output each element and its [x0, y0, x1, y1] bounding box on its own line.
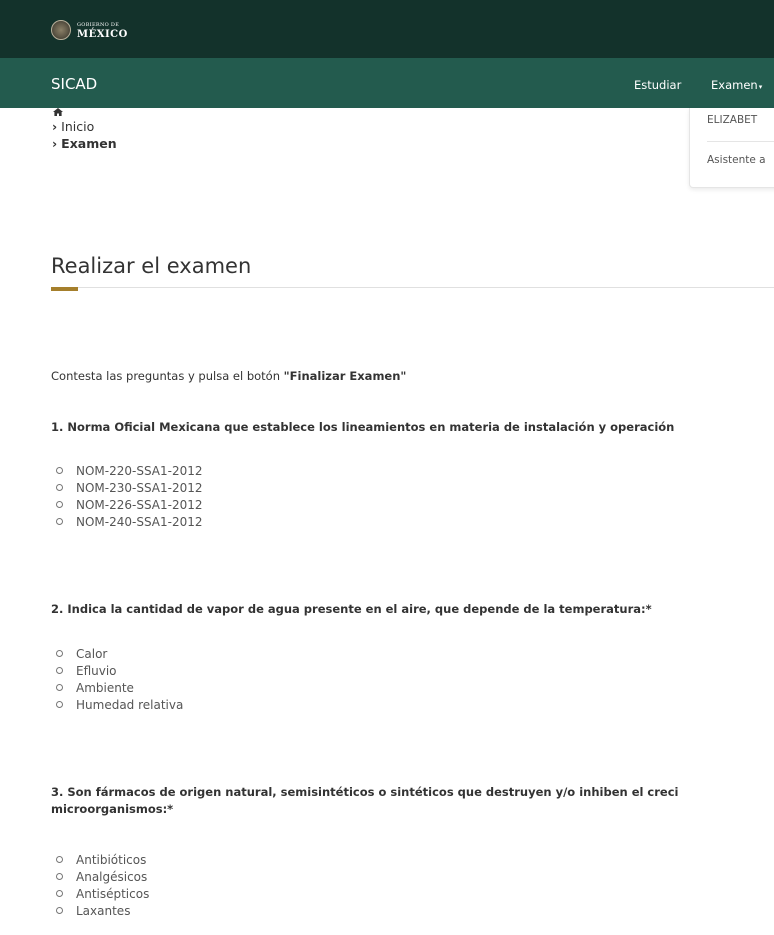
option-radio[interactable]: Calor	[56, 645, 183, 662]
question-2-options: Calor Efluvio Ambiente Humedad relativa	[56, 645, 183, 713]
question-1-text: 1. Norma Oficial Mexicana que establece …	[51, 420, 675, 434]
option-label: Ambiente	[76, 680, 134, 695]
dropdown-divider	[707, 141, 774, 142]
user-name: ELIZABET	[707, 114, 758, 126]
option-radio[interactable]: Laxantes	[56, 902, 149, 919]
option-label: NOM-226-SSA1-2012	[76, 497, 203, 512]
option-radio[interactable]: NOM-240-SSA1-2012	[56, 513, 203, 530]
caret-down-icon: ▾	[758, 83, 763, 91]
question-1-options: NOM-220-SSA1-2012 NOM-230-SSA1-2012 NOM-…	[56, 462, 203, 530]
radio-button[interactable]	[56, 650, 63, 657]
chevron-right-icon: ›	[52, 136, 58, 151]
option-label: NOM-230-SSA1-2012	[76, 480, 203, 495]
option-label: Laxantes	[76, 903, 131, 918]
breadcrumb-label: Inicio	[61, 119, 95, 134]
logo-text-big: MÉXICO	[77, 29, 128, 40]
radio-button[interactable]	[56, 907, 63, 914]
radio-button[interactable]	[56, 856, 63, 863]
breadcrumb-label: Examen	[61, 136, 117, 151]
title-accent-bar	[51, 287, 78, 291]
option-radio[interactable]: NOM-226-SSA1-2012	[56, 496, 203, 513]
finalizar-examen-reference: "Finalizar Examen"	[283, 369, 407, 383]
gobierno-de-mexico-logo[interactable]: GOBIERNO DE MÉXICO	[51, 20, 128, 40]
radio-button[interactable]	[56, 467, 63, 474]
question-2-text: 2. Indica la cantidad de vapor de agua p…	[51, 602, 652, 616]
radio-button[interactable]	[56, 484, 63, 491]
radio-button[interactable]	[56, 701, 63, 708]
government-header: GOBIERNO DE MÉXICO	[0, 0, 774, 58]
radio-button[interactable]	[56, 501, 63, 508]
option-radio[interactable]: Antibióticos	[56, 851, 149, 868]
national-seal-icon	[51, 20, 71, 40]
title-divider	[51, 287, 774, 288]
option-label: Antisépticos	[76, 886, 150, 901]
radio-button[interactable]	[56, 684, 63, 691]
question-3-line-2: microorganismos:*	[51, 802, 174, 816]
instructions: Contesta las preguntas y pulsa el botón …	[51, 369, 406, 383]
question-3-text: 3. Son fármacos de origen natural, semis…	[51, 784, 678, 818]
option-label: Calor	[76, 646, 108, 661]
page-title: Realizar el examen	[51, 254, 252, 278]
option-label: NOM-240-SSA1-2012	[76, 514, 203, 529]
option-radio[interactable]: Humedad relativa	[56, 696, 183, 713]
chevron-right-icon: ›	[52, 119, 58, 134]
breadcrumb-item-inicio[interactable]: › Inicio	[52, 118, 117, 135]
nav-link-examen[interactable]: Examen▾	[711, 78, 762, 92]
instructions-text: Contesta las preguntas y pulsa el botón	[51, 369, 284, 383]
user-dropdown-menu: ELIZABET Asistente a	[689, 108, 774, 188]
option-radio[interactable]: Ambiente	[56, 679, 183, 696]
user-role[interactable]: Asistente a	[707, 154, 766, 166]
nav-link-examen-label: Examen	[711, 78, 758, 92]
option-radio[interactable]: NOM-220-SSA1-2012	[56, 462, 203, 479]
breadcrumb-item-examen: › Examen	[52, 135, 117, 152]
radio-button[interactable]	[56, 518, 63, 525]
breadcrumb: › Inicio › Examen	[52, 108, 117, 152]
home-icon[interactable]	[53, 108, 63, 116]
option-radio[interactable]: NOM-230-SSA1-2012	[56, 479, 203, 496]
option-radio[interactable]: Efluvio	[56, 662, 183, 679]
nav-link-estudiar[interactable]: Estudiar	[634, 78, 681, 92]
option-radio[interactable]: Antisépticos	[56, 885, 149, 902]
radio-button[interactable]	[56, 873, 63, 880]
option-label: Efluvio	[76, 663, 117, 678]
option-label: Antibióticos	[76, 852, 147, 867]
option-radio[interactable]: Analgésicos	[56, 868, 149, 885]
option-label: NOM-220-SSA1-2012	[76, 463, 203, 478]
question-3-line-1: 3. Son fármacos de origen natural, semis…	[51, 785, 679, 799]
app-brand[interactable]: SICAD	[51, 75, 97, 93]
option-label: Humedad relativa	[76, 697, 184, 712]
app-navbar: SICAD Estudiar Examen▾	[0, 58, 774, 108]
option-label: Analgésicos	[76, 869, 148, 884]
radio-button[interactable]	[56, 667, 63, 674]
radio-button[interactable]	[56, 890, 63, 897]
question-3-options: Antibióticos Analgésicos Antisépticos La…	[56, 851, 149, 919]
